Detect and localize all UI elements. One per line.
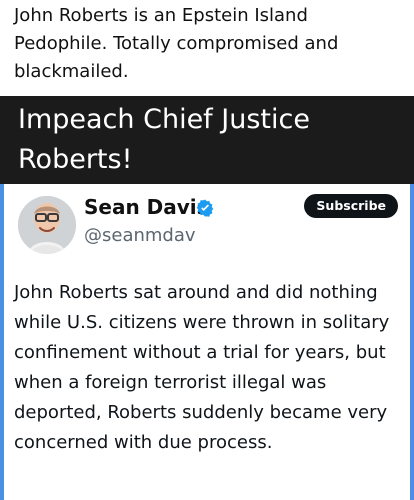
banner-text: Impeach Chief Justice Roberts! <box>18 104 310 175</box>
tweet-body: John Roberts sat around and did nothing … <box>14 282 390 453</box>
tweet-card: Sean Davis @seanmdav Subscribe John Robe… <box>0 184 414 500</box>
avatar[interactable] <box>18 196 76 254</box>
verified-badge-icon <box>196 199 214 217</box>
author-name[interactable]: Sean Davis <box>84 194 209 220</box>
author-handle[interactable]: @seanmdav <box>84 224 196 248</box>
impeach-banner: Impeach Chief Justice Roberts! <box>0 96 414 184</box>
page: John Roberts is an Epstein Island Pedoph… <box>0 0 414 500</box>
subscribe-button[interactable]: Subscribe <box>304 194 398 218</box>
post-caption: John Roberts is an Epstein Island Pedoph… <box>14 5 339 82</box>
